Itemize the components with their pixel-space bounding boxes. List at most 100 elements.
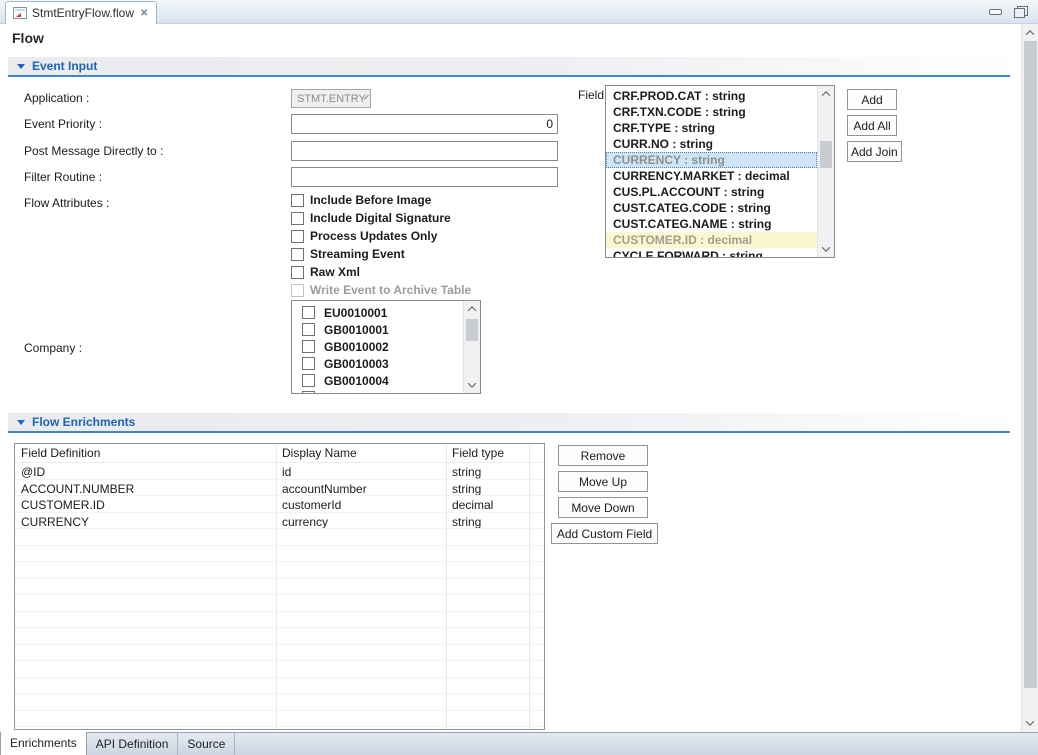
flow-attribute-row[interactable]: Process Updates Only bbox=[291, 227, 471, 245]
column-divider bbox=[446, 444, 447, 729]
flow-attribute-label: Include Digital Signature bbox=[310, 211, 451, 225]
field-list-item[interactable]: CUSTOMER.ID : decimal bbox=[606, 232, 817, 248]
enrichments-table: Field Definition Display Name Field type… bbox=[14, 443, 545, 730]
minimize-icon[interactable] bbox=[989, 9, 1002, 15]
enrichments-table-body: @ID id string ACCOUNT.NUMBER accountNumb… bbox=[15, 463, 544, 730]
checkbox[interactable] bbox=[291, 194, 304, 207]
scrollbar-thumb[interactable] bbox=[820, 141, 832, 168]
checkbox[interactable] bbox=[291, 230, 304, 243]
table-row-empty bbox=[15, 529, 544, 546]
checkbox[interactable] bbox=[302, 357, 315, 370]
field-list-item[interactable]: CRF.PROD.CAT : string bbox=[606, 88, 817, 104]
scroll-down-icon[interactable] bbox=[464, 377, 480, 393]
event-priority-label: Event Priority : bbox=[24, 117, 102, 131]
field-list-item[interactable]: CRF.TXN.CODE : string bbox=[606, 104, 817, 120]
field-list-item-text: CYCLE.FORWARD : string bbox=[613, 249, 763, 258]
company-item[interactable]: GB0010001 bbox=[292, 321, 463, 338]
application-dropdown-value: STMT.ENTRY bbox=[297, 93, 366, 105]
flow-attributes-label: Flow Attributes : bbox=[24, 196, 109, 210]
collapse-triangle-icon[interactable] bbox=[17, 64, 25, 69]
application-dropdown[interactable]: STMT.ENTRY bbox=[291, 89, 371, 108]
add-custom-field-button[interactable]: Add Custom Field bbox=[551, 523, 658, 544]
checkbox[interactable] bbox=[302, 306, 315, 319]
flow-editor-window: StmtEntryFlow.flow ✕ Flow Event Input Ap… bbox=[0, 0, 1038, 755]
field-list-item[interactable]: CUST.CATEG.CODE : string bbox=[606, 200, 817, 216]
checkbox[interactable] bbox=[291, 248, 304, 261]
event-priority-input[interactable] bbox=[291, 114, 558, 134]
field-list-item[interactable]: CRF.TYPE : string bbox=[606, 120, 817, 136]
company-listbox: EU0010001 GB0010001 GB0010002 GB0010003 bbox=[291, 300, 481, 394]
flow-attribute-row[interactable]: Include Before Image bbox=[291, 191, 471, 209]
company-item[interactable]: GB0010004 bbox=[292, 372, 463, 389]
field-list-item-text: CRF.TXN.CODE : string bbox=[613, 105, 746, 119]
tab-api-definition[interactable]: API Definition bbox=[87, 733, 179, 755]
field-list-item[interactable]: CURRENCY.MARKET : decimal bbox=[606, 168, 817, 184]
scroll-up-icon[interactable] bbox=[1022, 25, 1038, 41]
table-row[interactable]: @ID id string bbox=[15, 463, 544, 480]
add-join-button[interactable]: Add Join bbox=[847, 141, 902, 162]
checkbox[interactable] bbox=[291, 284, 304, 297]
flow-attribute-row[interactable]: Write Event to Archive Table bbox=[291, 281, 471, 299]
field-list-item[interactable]: CYCLE.FORWARD : string bbox=[606, 248, 817, 258]
scroll-down-icon[interactable] bbox=[818, 241, 834, 257]
flow-attribute-row[interactable]: Streaming Event bbox=[291, 245, 471, 263]
move-up-button[interactable]: Move Up bbox=[558, 471, 648, 492]
post-message-input[interactable] bbox=[291, 141, 558, 161]
field-list-item[interactable]: CURR.NO : string bbox=[606, 136, 817, 152]
collapse-triangle-icon[interactable] bbox=[17, 420, 25, 425]
field-list-item-text: CURR.NO : string bbox=[613, 137, 713, 151]
bottom-tab-bar: Enrichments API Definition Source bbox=[0, 732, 1038, 755]
cell-display-name: currency bbox=[276, 513, 446, 529]
field-list-item[interactable]: CUS.PL.ACCOUNT : string bbox=[606, 184, 817, 200]
company-item[interactable]: GB0010005 bbox=[292, 389, 463, 394]
filter-routine-input[interactable] bbox=[291, 167, 558, 187]
table-row-empty bbox=[15, 694, 544, 711]
company-item-label: GB0010001 bbox=[324, 323, 389, 337]
close-icon[interactable]: ✕ bbox=[139, 8, 149, 19]
page-title: Flow bbox=[12, 30, 44, 46]
company-item[interactable]: GB0010003 bbox=[292, 355, 463, 372]
flow-attribute-label: Write Event to Archive Table bbox=[310, 283, 471, 297]
column-divider bbox=[276, 444, 277, 729]
section-event-input-header[interactable]: Event Input bbox=[8, 57, 1010, 75]
checkbox[interactable] bbox=[302, 340, 315, 353]
table-row-empty bbox=[15, 546, 544, 563]
scroll-up-icon[interactable] bbox=[818, 86, 834, 102]
table-row[interactable]: CUSTOMER.ID customerId decimal bbox=[15, 496, 544, 513]
flow-attribute-row[interactable]: Include Digital Signature bbox=[291, 209, 471, 227]
flow-attribute-row[interactable]: Raw Xml bbox=[291, 263, 471, 281]
view-controls bbox=[989, 6, 1028, 18]
remove-button[interactable]: Remove bbox=[558, 445, 648, 466]
scrollbar-thumb[interactable] bbox=[1024, 41, 1037, 688]
checkbox[interactable] bbox=[302, 374, 315, 387]
checkbox[interactable] bbox=[302, 391, 315, 394]
add-all-button[interactable]: Add All bbox=[847, 115, 897, 136]
scrollbar-thumb[interactable] bbox=[466, 319, 478, 341]
cell-display-name: id bbox=[276, 463, 446, 479]
checkbox[interactable] bbox=[291, 266, 304, 279]
field-list-item[interactable]: CUST.CATEG.NAME : string bbox=[606, 216, 817, 232]
scroll-up-icon[interactable] bbox=[464, 301, 480, 317]
table-row[interactable]: ACCOUNT.NUMBER accountNumber string bbox=[15, 480, 544, 497]
checkbox[interactable] bbox=[302, 323, 315, 336]
cell-field-definition: CUSTOMER.ID bbox=[15, 496, 276, 512]
section-flow-enrichments-header[interactable]: Flow Enrichments bbox=[8, 413, 1010, 431]
table-row-empty bbox=[15, 645, 544, 662]
enrichments-table-header: Field Definition Display Name Field type bbox=[15, 444, 544, 463]
company-scrollbar[interactable] bbox=[463, 301, 480, 393]
editor-tab[interactable]: StmtEntryFlow.flow ✕ bbox=[5, 1, 157, 24]
company-item[interactable]: GB0010002 bbox=[292, 338, 463, 355]
tab-source[interactable]: Source bbox=[178, 733, 235, 755]
restore-icon[interactable] bbox=[1014, 6, 1028, 18]
tab-enrichments[interactable]: Enrichments bbox=[0, 732, 87, 755]
move-down-button[interactable]: Move Down bbox=[558, 497, 648, 518]
add-button[interactable]: Add bbox=[847, 89, 897, 110]
field-scrollbar[interactable] bbox=[817, 86, 834, 257]
column-header-field-type: Field type bbox=[446, 444, 529, 462]
field-list-item[interactable]: CURRENCY : string bbox=[606, 152, 817, 168]
table-row[interactable]: CURRENCY currency string bbox=[15, 513, 544, 530]
scroll-down-icon[interactable] bbox=[1022, 715, 1038, 731]
checkbox[interactable] bbox=[291, 212, 304, 225]
main-vertical-scrollbar[interactable] bbox=[1021, 24, 1038, 732]
company-item[interactable]: EU0010001 bbox=[292, 304, 463, 321]
